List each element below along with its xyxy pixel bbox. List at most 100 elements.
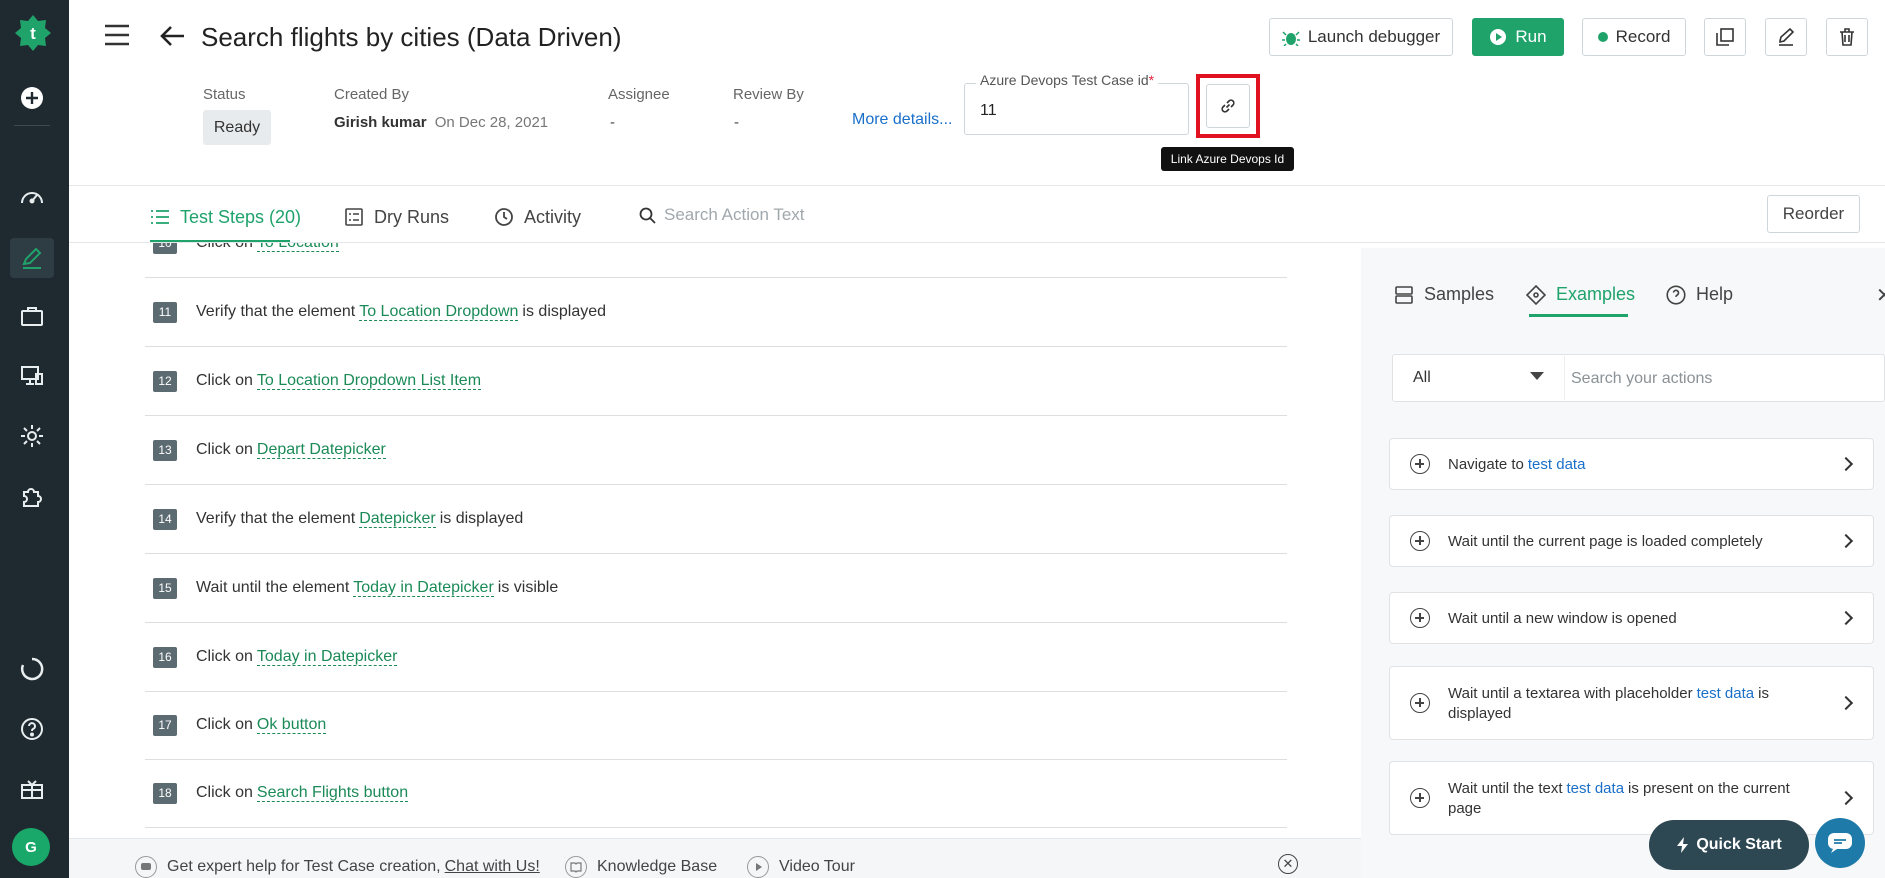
created-date: On Dec 28, 2021	[434, 114, 549, 131]
link-icon	[1221, 99, 1235, 113]
launch-debugger-button[interactable]: Launch debugger	[1269, 18, 1453, 56]
test-step-row[interactable]: 14 Verify that the element Datepicker is di…	[145, 485, 1287, 554]
launch-debugger-label: Launch debugger	[1307, 27, 1441, 46]
action-example-card[interactable]: Navigate to test data	[1389, 438, 1874, 490]
add-circle-icon[interactable]	[1410, 693, 1430, 713]
azure-devops-id-field[interactable]	[964, 83, 1189, 135]
more-details-link[interactable]: More details...	[852, 111, 952, 129]
action-example-card[interactable]: Wait until a textarea with placeholder te…	[1389, 666, 1874, 740]
panel-close-icon[interactable]: ✕	[1876, 283, 1885, 308]
panel-tab-examples[interactable]: Examples	[1526, 284, 1635, 305]
step-element-link[interactable]: Depart Datepicker	[256, 441, 386, 459]
step-element-link[interactable]: To Location Dropdown	[359, 303, 519, 321]
azure-devops-id-label: Azure Devops Test Case id*	[976, 72, 1159, 88]
testsigma-logo[interactable]: t	[14, 14, 52, 52]
add-circle-icon[interactable]	[1410, 531, 1430, 551]
assignee-label: Assignee	[608, 86, 670, 103]
panel-tab-samples[interactable]: Samples	[1394, 284, 1494, 305]
expert-help-text: Get expert help for Test Case creation,	[167, 858, 441, 875]
action-example-card[interactable]: Wait until the current page is loaded co…	[1389, 515, 1874, 567]
add-icon[interactable]	[16, 82, 48, 114]
step-element-link[interactable]: Ok button	[256, 716, 327, 734]
chevron-right-icon[interactable]	[1838, 610, 1854, 626]
step-action: Click on	[196, 716, 253, 733]
samples-icon	[1395, 285, 1413, 304]
loading-circle-icon[interactable]	[16, 653, 48, 685]
chat-with-us-link[interactable]: Chat with Us!	[445, 858, 540, 876]
azure-devops-id-value[interactable]: 11	[980, 102, 997, 120]
trash-icon	[1840, 28, 1854, 46]
record-button[interactable]: Record	[1582, 18, 1686, 56]
panel-tab-help[interactable]: Help	[1666, 284, 1733, 305]
knowledge-base-link[interactable]: Knowledge Base	[565, 856, 717, 878]
user-avatar[interactable]: G	[12, 828, 50, 866]
test-cases-edit-icon[interactable]	[16, 242, 48, 274]
test-data-token: test data	[1527, 456, 1586, 473]
link-azure-devops-button[interactable]	[1206, 84, 1250, 128]
run-button[interactable]: Run	[1472, 18, 1564, 56]
diamond-icon	[1526, 284, 1546, 305]
test-step-row[interactable]: 13 Click on Depart Datepicker	[145, 416, 1287, 485]
creator-name: Girish kumar	[334, 114, 427, 131]
search-action-input[interactable]: Search Action Text	[639, 205, 805, 225]
chat-support-button[interactable]	[1815, 818, 1865, 868]
help-circle-icon	[1666, 284, 1686, 305]
video-play-icon	[747, 856, 769, 878]
help-icon[interactable]	[16, 713, 48, 745]
action-example-card[interactable]: Wait until the text test data is present o…	[1389, 761, 1874, 835]
step-number: 10	[153, 243, 177, 254]
test-step-row[interactable]: 17 Click on Ok button	[145, 691, 1287, 760]
chevron-right-icon[interactable]	[1838, 695, 1854, 711]
step-element-link[interactable]: Today in Datepicker	[353, 579, 494, 597]
action-example-card[interactable]: Wait until a new window is opened	[1389, 592, 1874, 644]
dashboard-icon[interactable]	[16, 181, 48, 213]
add-circle-icon[interactable]	[1410, 788, 1430, 808]
action-example-text: Navigate to test data	[1448, 456, 1586, 473]
assignee-value: -	[610, 114, 615, 131]
action-filter-select[interactable]: All	[1413, 369, 1431, 387]
step-element-link[interactable]: Search Flights button	[256, 784, 409, 802]
add-circle-icon[interactable]	[1410, 608, 1430, 628]
rail-divider	[14, 125, 50, 126]
search-actions-input[interactable]: Search your actions	[1571, 370, 1712, 388]
delete-button[interactable]	[1826, 18, 1868, 56]
briefcase-icon[interactable]	[16, 300, 48, 332]
video-tour-link[interactable]: Video Tour	[747, 856, 855, 878]
tab-activity[interactable]: Activity	[494, 202, 581, 232]
step-element-link[interactable]: To Location	[256, 243, 339, 252]
step-element-link[interactable]: To Location Dropdown List Item	[256, 372, 482, 390]
tab-test-steps[interactable]: Test Steps (20)	[150, 202, 301, 232]
hamburger-menu-icon[interactable]	[104, 24, 130, 46]
play-icon	[1490, 29, 1507, 45]
test-step-row[interactable]: 12 Click on To Location Dropdown List Item	[145, 347, 1287, 416]
test-step-row[interactable]: 15 Wait until the element Today in Datepic…	[145, 554, 1287, 623]
tab-dry-runs[interactable]: Dry Runs	[344, 202, 449, 232]
test-step-row[interactable]: 18 Click on Search Flights button	[145, 759, 1287, 828]
close-bottom-bar-icon[interactable]: ✕	[1278, 854, 1298, 874]
chevron-right-icon[interactable]	[1838, 790, 1854, 806]
gift-icon[interactable]	[16, 773, 48, 805]
header-divider	[69, 185, 1885, 186]
edit-button[interactable]	[1765, 18, 1807, 56]
addons-puzzle-icon[interactable]	[16, 480, 48, 512]
run-label: Run	[1515, 27, 1547, 46]
step-text: Verify that the element To Location Dropd…	[196, 303, 606, 321]
devices-icon[interactable]	[16, 360, 48, 392]
test-steps-list: 10Click onTo Location11Verify that the e…	[145, 243, 1287, 838]
test-step-row[interactable]: 11 Verify that the element To Location Dro…	[145, 278, 1287, 347]
lightning-icon	[1677, 837, 1689, 853]
step-element-link[interactable]: Today in Datepicker	[256, 648, 398, 666]
test-step-row[interactable]: 10 Click onTo Location	[145, 243, 1287, 278]
chevron-right-icon[interactable]	[1838, 456, 1854, 472]
back-arrow-icon[interactable]	[160, 24, 186, 48]
test-step-row[interactable]: 16 Click on Today in Datepicker	[145, 623, 1287, 692]
chevron-right-icon[interactable]	[1838, 533, 1854, 549]
created-by-value: Girish kumar On Dec 28, 2021	[334, 114, 548, 131]
step-element-link[interactable]: Datepicker	[359, 510, 436, 528]
add-circle-icon[interactable]	[1410, 454, 1430, 474]
clone-button[interactable]	[1704, 18, 1746, 56]
reorder-button[interactable]: Reorder	[1767, 195, 1860, 233]
chevron-down-icon[interactable]	[1530, 372, 1544, 380]
quick-start-button[interactable]: Quick Start	[1649, 820, 1809, 870]
settings-gear-icon[interactable]	[16, 420, 48, 452]
